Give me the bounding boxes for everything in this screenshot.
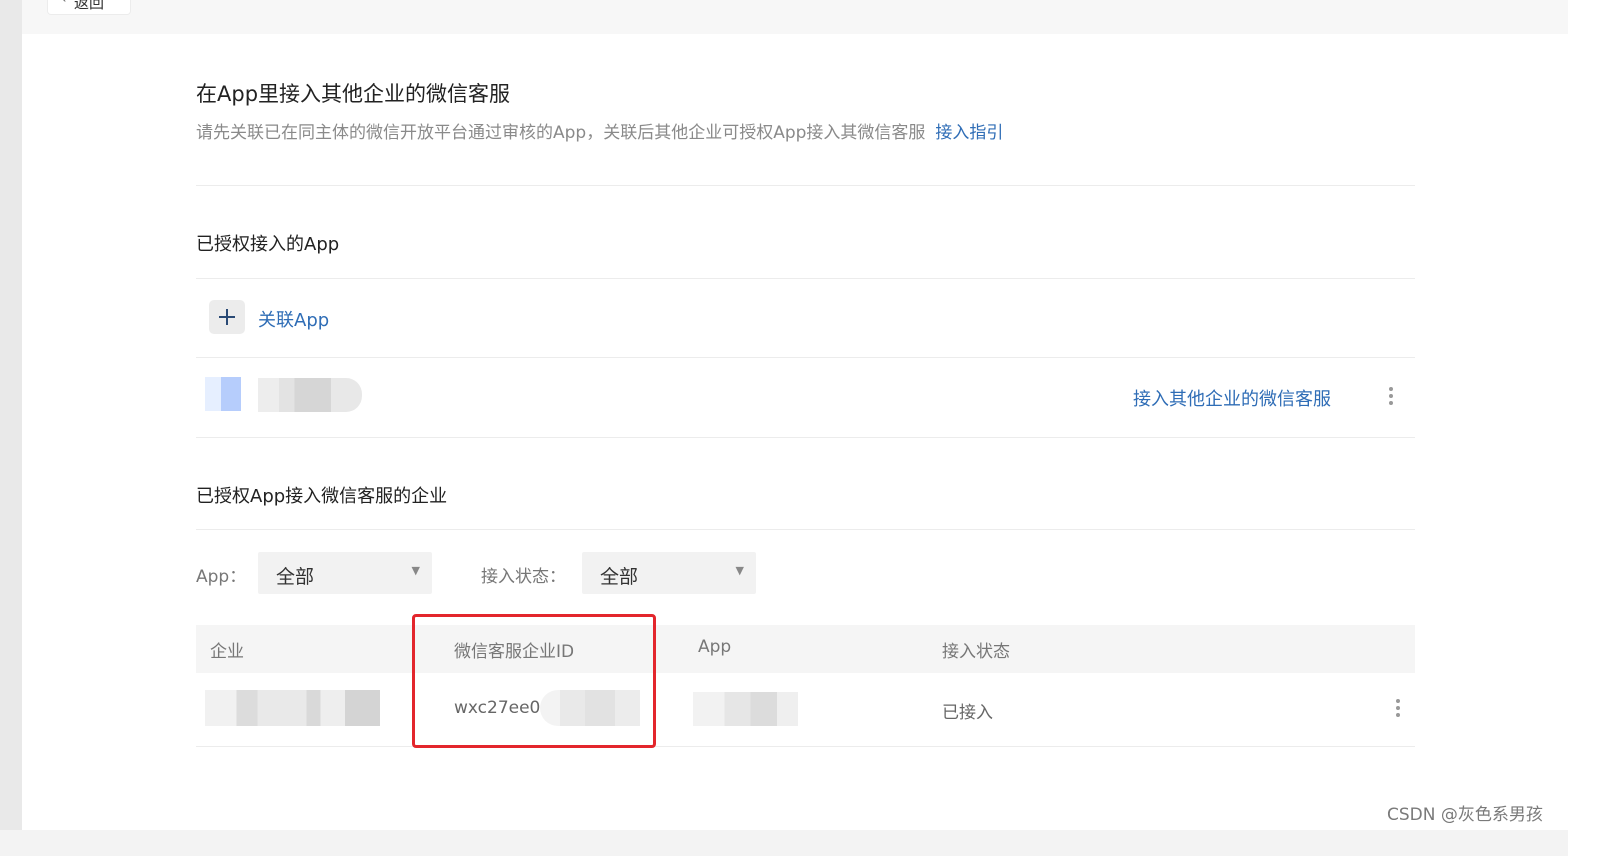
app-name-blurred <box>693 692 798 726</box>
back-button-label: 返回 <box>74 0 105 12</box>
more-icon[interactable] <box>1396 699 1400 703</box>
top-bar <box>22 0 1568 34</box>
chevron-left-icon: ‹ <box>61 0 67 7</box>
table-header <box>196 625 1415 673</box>
highlight-box <box>412 614 656 748</box>
right-edge <box>1568 0 1620 856</box>
column-header-corp: 企业 <box>210 642 244 662</box>
app-filter-value: 全部 <box>276 566 315 588</box>
status-filter-value: 全部 <box>600 566 639 588</box>
divider <box>196 185 1415 186</box>
add-app-button[interactable] <box>209 300 245 334</box>
enterprises-title: 已授权App接入微信客服的企业 <box>196 486 448 507</box>
divider <box>196 437 1415 438</box>
column-header-status: 接入状态 <box>942 642 1010 662</box>
bottom-edge <box>0 830 1568 856</box>
status-cell: 已接入 <box>942 703 993 723</box>
page-description: 请先关联已在同主体的微信开放平台通过审核的App，关联后其他企业可授权App接入… <box>196 118 1003 143</box>
app-icon-blurred <box>205 377 241 411</box>
page-title: 在App里接入其他企业的微信客服 <box>196 82 511 106</box>
app-filter-label: App： <box>196 567 247 587</box>
guide-link[interactable]: 接入指引 <box>935 123 1003 143</box>
connect-other-corp-link[interactable]: 接入其他企业的微信客服 <box>1133 385 1331 411</box>
divider <box>196 529 1415 530</box>
caret-down-icon: ▼ <box>735 564 744 577</box>
authorized-apps-title: 已授权接入的App <box>196 234 340 255</box>
divider <box>196 278 1415 279</box>
column-header-app: App <box>698 637 732 657</box>
app-filter-select[interactable]: 全部 ▼ <box>258 552 432 594</box>
corp-name-blurred <box>205 690 380 726</box>
app-name-blurred <box>258 378 362 412</box>
left-sidebar-edge <box>0 0 22 856</box>
caret-down-icon: ▼ <box>411 564 420 577</box>
table-row-divider <box>196 746 1415 747</box>
link-app-button[interactable]: 关联App <box>258 306 329 332</box>
status-filter-label: 接入状态： <box>481 567 566 587</box>
description-text: 请先关联已在同主体的微信开放平台通过审核的App，关联后其他企业可授权App接入… <box>196 123 926 143</box>
divider <box>196 357 1415 358</box>
more-icon[interactable] <box>1389 387 1393 391</box>
watermark: CSDN @灰色系男孩 <box>1387 805 1543 825</box>
status-filter-select[interactable]: 全部 ▼ <box>582 552 756 594</box>
back-button[interactable]: ‹ 返回 <box>48 0 130 14</box>
